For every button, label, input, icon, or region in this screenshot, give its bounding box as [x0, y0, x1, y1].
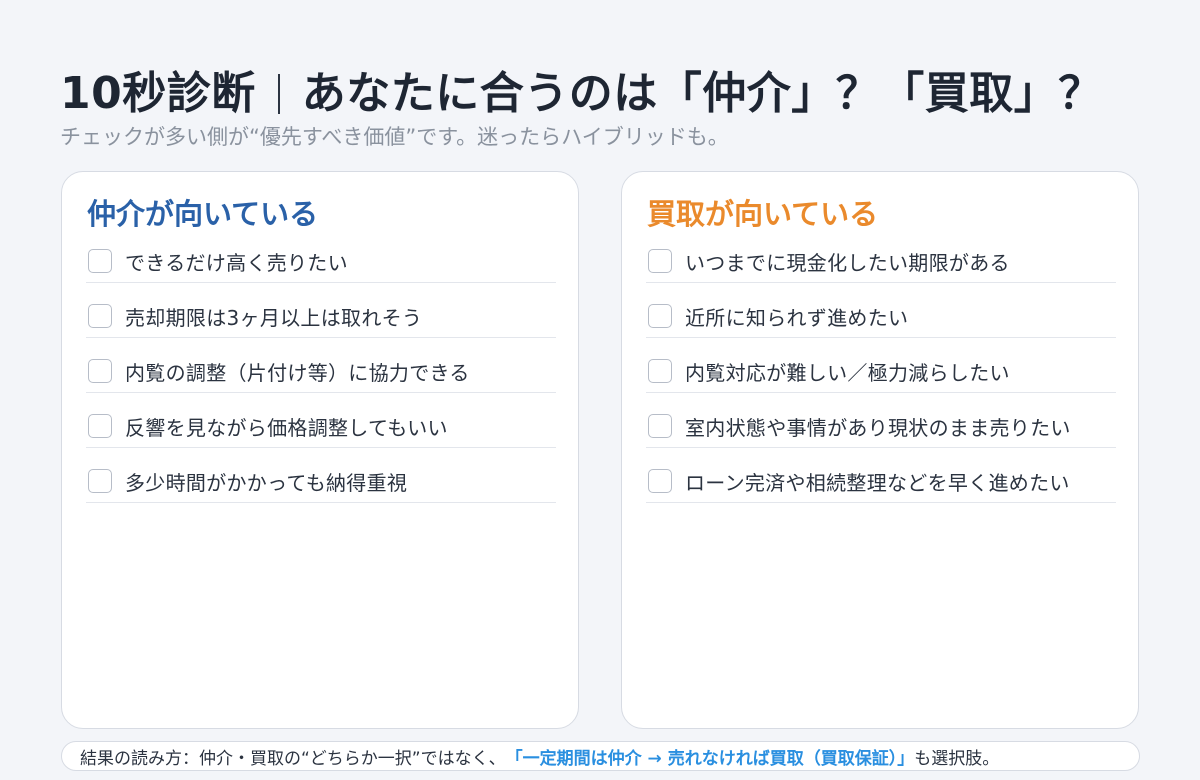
checkbox[interactable]	[648, 469, 672, 493]
buyout-card: 買取が向いている いつまでに現金化したい期限がある 近所に知られず進めたい 内覧…	[621, 171, 1139, 729]
check-item-label: 売却期限は3ヶ月以上は取れそう	[125, 305, 423, 330]
broker-check-item[interactable]: 売却期限は3ヶ月以上は取れそう	[86, 283, 556, 338]
checkbox[interactable]	[648, 414, 672, 438]
title-divider	[277, 74, 280, 114]
check-item-label: 多少時間がかかっても納得重視	[125, 470, 408, 495]
result-note: 結果の読み方：仲介・買取の“どちらか一択”ではなく、 「一定期間は仲介 → 売れな…	[61, 741, 1140, 771]
checkbox[interactable]	[648, 304, 672, 328]
buyout-check-item[interactable]: 近所に知られず進めたい	[646, 283, 1116, 338]
checkbox[interactable]	[648, 249, 672, 273]
page-title: 10秒診断 あなたに合うのは「仲介」？「買取」？	[60, 64, 1150, 124]
buyout-check-item[interactable]: 室内状態や事情があり現状のまま売りたい	[646, 393, 1116, 448]
checkbox[interactable]	[88, 469, 112, 493]
checkbox[interactable]	[88, 249, 112, 273]
checkbox[interactable]	[648, 359, 672, 383]
result-note-prefix: 結果の読み方：仲介・買取の“どちらか一択”ではなく、	[80, 748, 506, 769]
checkbox[interactable]	[88, 414, 112, 438]
buyout-check-item[interactable]: 内覧対応が難しい／極力減らしたい	[646, 338, 1116, 393]
broker-checklist: できるだけ高く売りたい 売却期限は3ヶ月以上は取れそう 内覧の調整（片付け等）に…	[86, 228, 556, 503]
buyout-check-item[interactable]: いつまでに現金化したい期限がある	[646, 228, 1116, 283]
broker-check-item[interactable]: できるだけ高く売りたい	[86, 228, 556, 283]
check-item-label: 室内状態や事情があり現状のまま売りたい	[685, 415, 1071, 440]
page-title-right: あなたに合うのは「仲介」？「買取」？	[301, 68, 1103, 119]
check-item-label: 反響を見ながら価格調整してもいい	[125, 415, 448, 440]
checkbox[interactable]	[88, 359, 112, 383]
buyout-check-item[interactable]: ローン完済や相続整理などを早く進めたい	[646, 448, 1116, 503]
broker-card: 仲介が向いている できるだけ高く売りたい 売却期限は3ヶ月以上は取れそう 内覧の…	[61, 171, 579, 729]
check-item-label: いつまでに現金化したい期限がある	[685, 250, 1010, 275]
broker-check-item[interactable]: 多少時間がかかっても納得重視	[86, 448, 556, 503]
broker-check-item[interactable]: 内覧の調整（片付け等）に協力できる	[86, 338, 556, 393]
broker-check-item[interactable]: 反響を見ながら価格調整してもいい	[86, 393, 556, 448]
page-title-left: 10秒診断	[60, 68, 256, 119]
buyout-checklist: いつまでに現金化したい期限がある 近所に知られず進めたい 内覧対応が難しい／極力…	[646, 228, 1116, 503]
header: 10秒診断 あなたに合うのは「仲介」？「買取」？ チェックが多い側が“優先すべき価…	[60, 64, 1150, 152]
check-item-label: できるだけ高く売りたい	[125, 250, 348, 275]
check-item-label: 近所に知られず進めたい	[685, 305, 909, 330]
check-item-label: ローン完済や相続整理などを早く進めたい	[685, 470, 1070, 495]
check-item-label: 内覧の調整（片付け等）に協力できる	[125, 360, 470, 385]
result-note-suffix: も選択肢。	[914, 748, 1000, 769]
check-item-label: 内覧対応が難しい／極力減らしたい	[685, 360, 1010, 385]
checkbox[interactable]	[88, 304, 112, 328]
page-subtitle: チェックが多い側が“優先すべき価値”です。迷ったらハイブリッドも。	[60, 125, 729, 149]
result-note-emphasis: 「一定期間は仲介 → 売れなければ買取（買取保証）」	[505, 748, 915, 769]
